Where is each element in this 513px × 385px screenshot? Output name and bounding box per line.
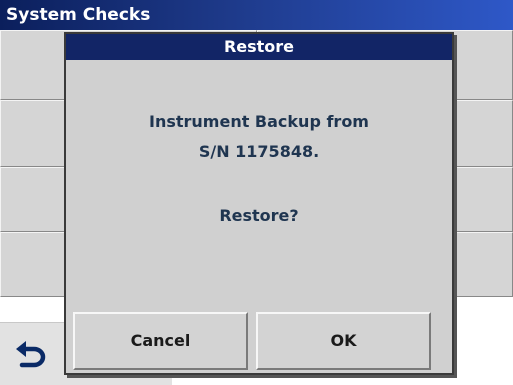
screen-title: System Checks: [6, 5, 151, 25]
ok-button[interactable]: OK: [256, 312, 431, 370]
dialog-title: Restore: [66, 34, 452, 60]
dialog-message-line-2: S/N 1175848.: [198, 142, 320, 161]
dialog-message-line-1: Instrument Backup from: [149, 112, 369, 131]
back-arrow-icon: [16, 341, 46, 368]
screen-title-bar: System Checks: [0, 0, 513, 30]
dialog-question: Restore?: [219, 206, 299, 225]
cancel-button[interactable]: Cancel: [73, 312, 248, 370]
restore-dialog: Restore Instrument Backup from S/N 11758…: [64, 32, 454, 375]
